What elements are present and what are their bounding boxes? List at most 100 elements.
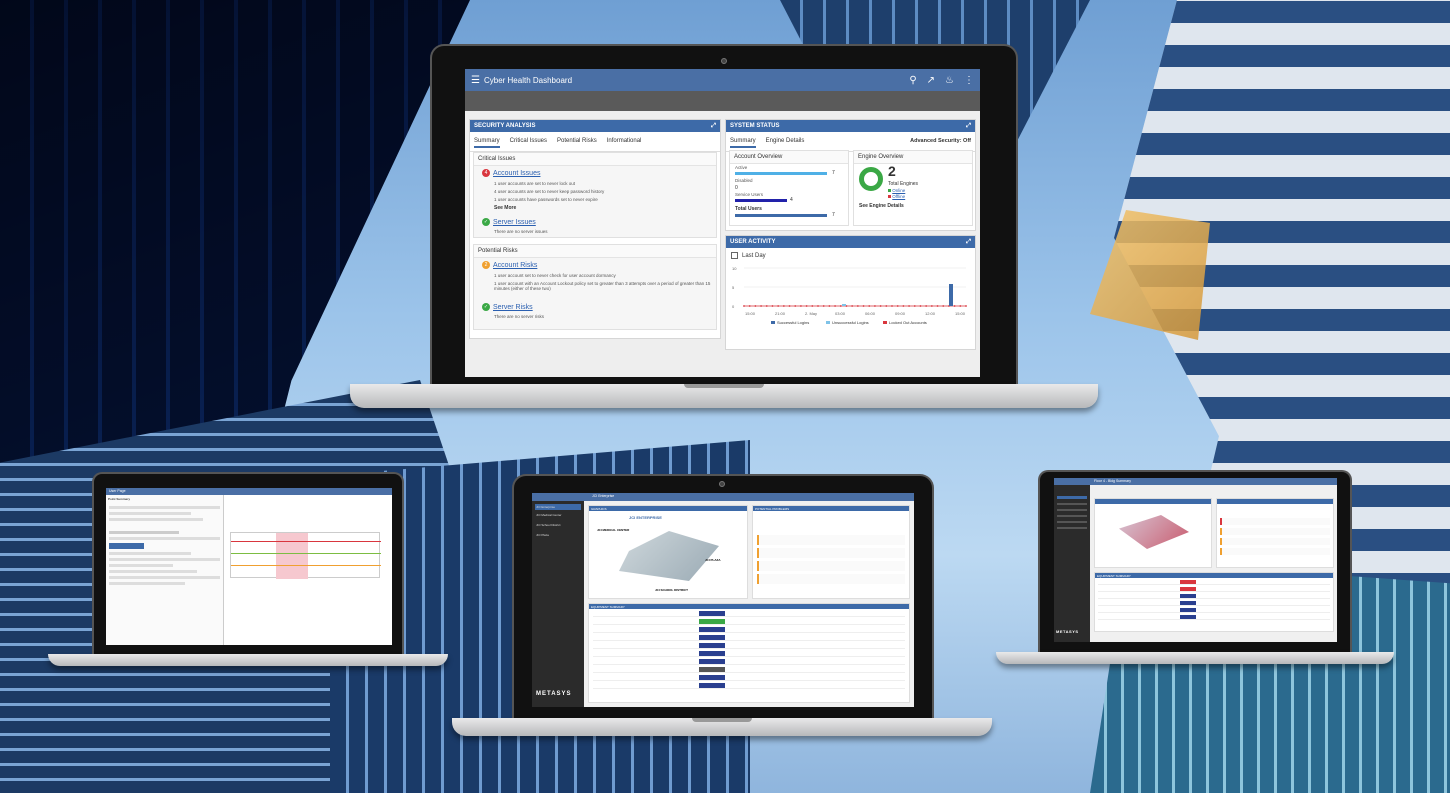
tab-potential-risks[interactable]: Potential Risks <box>557 138 597 148</box>
locked-out-point <box>913 305 916 307</box>
floor-plan-map[interactable] <box>1119 515 1189 549</box>
table-row[interactable] <box>593 642 905 649</box>
status-cell <box>1180 587 1196 591</box>
bell-icon[interactable]: ♨ <box>945 75 954 86</box>
map-label[interactable]: JCI SCHOOL DISTRICT <box>655 588 688 592</box>
table-row[interactable] <box>593 650 905 657</box>
table-row[interactable] <box>1098 614 1330 620</box>
tab-critical-issues[interactable]: Critical Issues <box>510 138 547 148</box>
menu-icon[interactable]: ☰ <box>471 75 480 86</box>
locked-out-point <box>879 305 882 307</box>
floor-plan-panel <box>1094 498 1212 568</box>
service-users-bar <box>735 199 787 202</box>
map-label[interactable]: JCI MEDICAL CENTER <box>597 528 629 532</box>
security-analysis-panel: SECURITY ANALYSIS ⤢ Summary Critical Issu… <box>469 119 721 339</box>
total-engines-label: Total Engines <box>888 181 919 187</box>
y-tick-label: 5 <box>732 285 735 290</box>
table-row[interactable] <box>1098 607 1330 613</box>
online-swatch <box>888 189 891 192</box>
engine-details-link[interactable]: See Engine Details <box>859 203 904 209</box>
table-row[interactable] <box>1098 579 1330 585</box>
calendar-icon[interactable] <box>731 252 738 259</box>
status-cell <box>1180 601 1196 605</box>
legend-label: Locked Out Accounts <box>889 320 927 325</box>
locked-out-point <box>743 305 745 307</box>
range-label[interactable]: Last Day <box>742 253 766 259</box>
offline-swatch <box>888 195 891 198</box>
locked-out-point <box>805 305 808 307</box>
center-laptop: JCI Enterprise JCI Enterprise JCI Medica… <box>452 476 992 740</box>
system-status-header: SYSTEM STATUS <box>730 123 780 129</box>
status-cell <box>699 667 725 672</box>
server-issues-link[interactable]: Server Issues <box>493 219 536 226</box>
nav-item[interactable]: JCI Plaza <box>535 530 581 540</box>
table-row[interactable] <box>593 618 905 625</box>
legend-swatch <box>883 321 887 324</box>
locked-out-point <box>794 305 797 307</box>
equipment-header: EQUIPMENT SUMMARY <box>589 604 909 609</box>
table-row[interactable] <box>1098 586 1330 592</box>
more-icon[interactable]: ⋮ <box>964 75 974 86</box>
x-tick-label: 21:00 <box>775 311 786 316</box>
disabled-value: 0 <box>735 185 738 191</box>
status-cell <box>1180 594 1196 598</box>
locked-out-point <box>760 305 762 307</box>
active-value: 7 <box>832 170 835 176</box>
locked-out-point <box>828 305 831 307</box>
risk-line: 1 user account set to never check for us… <box>494 273 616 278</box>
legend-swatch <box>771 321 775 324</box>
locked-out-point <box>851 305 854 307</box>
nav-item[interactable]: JCI School District <box>535 520 581 530</box>
x-tick-label: 2. May <box>805 311 817 316</box>
table-row[interactable] <box>593 610 905 617</box>
account-issues-link[interactable]: Account Issues <box>493 170 540 177</box>
tab-summary[interactable]: Summary <box>474 138 500 148</box>
app-header: ☰ Cyber Health Dashboard ⚲ ↗ ♨ ⋮ <box>465 69 980 91</box>
table-row[interactable] <box>593 666 905 673</box>
left-app-title: User Page <box>106 488 392 495</box>
locked-out-point <box>834 305 836 307</box>
disabled-label: Disabled <box>735 178 753 183</box>
successful-login-bar <box>949 284 953 306</box>
nav-item[interactable]: JCI Medical Center <box>535 510 581 520</box>
offline-link[interactable]: Offline <box>892 194 905 199</box>
server-risks-link[interactable]: Server Risks <box>493 304 533 311</box>
account-risks-link[interactable]: Account Risks <box>493 262 537 269</box>
campus-map[interactable] <box>619 531 719 581</box>
expand-icon[interactable]: ⤢ <box>966 239 971 245</box>
total-users-label: Total Users <box>735 206 762 212</box>
security-analysis-header: SECURITY ANALYSIS <box>474 123 536 129</box>
map-label[interactable]: JCI PLAZA <box>705 558 721 562</box>
check-icon: ✓ <box>482 303 490 311</box>
critical-issues-card: Critical Issues 4 Account Issues 1 user a… <box>473 152 717 238</box>
chart-icon[interactable]: ↗ <box>927 75 935 86</box>
table-row[interactable] <box>593 658 905 665</box>
locked-out-point <box>868 305 871 307</box>
graphics-panel: GRAPHICS JCI ENTERPRISE JCI MEDICAL CENT… <box>588 505 748 599</box>
account-overview-card: Account Overview Active 7 Disabled 0 Ser… <box>729 150 849 226</box>
expand-icon[interactable]: ⤢ <box>966 123 971 129</box>
expand-icon[interactable]: ⤢ <box>711 123 716 129</box>
search-icon[interactable]: ⚲ <box>909 75 916 86</box>
table-row[interactable] <box>593 674 905 681</box>
table-row[interactable] <box>593 682 905 689</box>
main-dashboard-screen: ☰ Cyber Health Dashboard ⚲ ↗ ♨ ⋮ SECURIT… <box>465 69 980 377</box>
y-tick-label: 0 <box>732 304 735 309</box>
online-link[interactable]: Online <box>892 188 905 193</box>
app-title: Cyber Health Dashboard <box>483 75 573 85</box>
risk-count-badge: 2 <box>482 261 490 269</box>
tab-informational[interactable]: Informational <box>607 138 642 148</box>
status-cell <box>1180 580 1196 584</box>
table-row[interactable] <box>1098 600 1330 606</box>
see-more-link[interactable]: See More <box>494 205 516 211</box>
table-row[interactable] <box>593 634 905 641</box>
tab-engine-details[interactable]: Engine Details <box>766 138 805 148</box>
metasys-logo: METASYS <box>536 691 572 697</box>
locked-out-point <box>896 305 899 307</box>
table-row[interactable] <box>593 626 905 633</box>
tab-summary[interactable]: Summary <box>730 138 756 148</box>
locked-out-point <box>902 305 905 307</box>
x-tick-label: 15:00 <box>745 311 756 316</box>
table-row[interactable] <box>1098 593 1330 599</box>
right-sidebar: METASYS <box>1054 485 1090 642</box>
